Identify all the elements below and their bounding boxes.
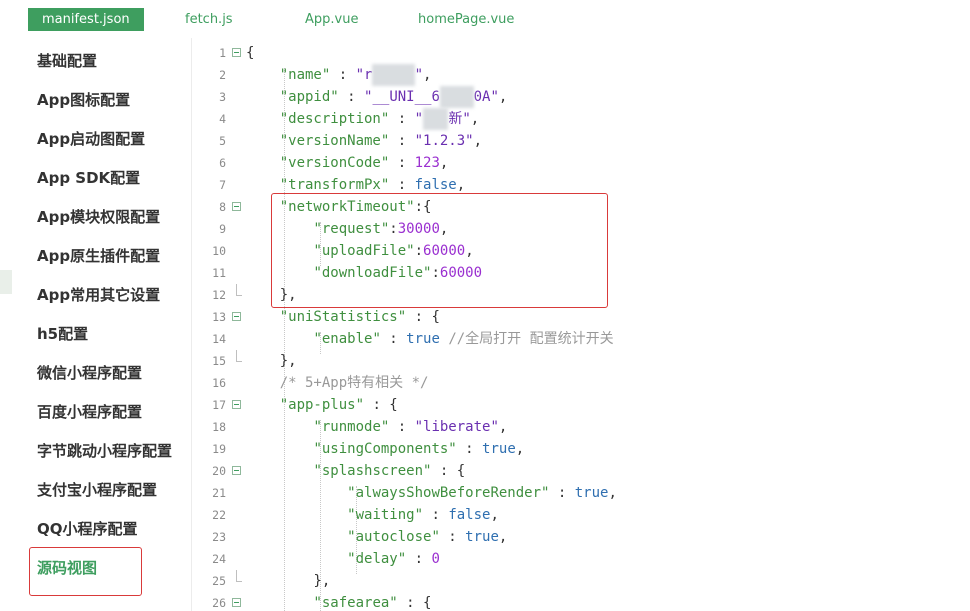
sidebar-item-app-icon[interactable]: App图标配置 — [37, 88, 130, 112]
code-line: 2 "name" : "rxxxxx", — [192, 64, 970, 86]
code-text: "versionCode" : 123, — [279, 155, 449, 171]
code-line: 21 "alwaysShowBeforeRender" : true, — [192, 482, 970, 504]
fold-toggle-icon[interactable] — [232, 202, 241, 211]
line-number: 26 — [212, 596, 226, 610]
line-number: 7 — [219, 178, 226, 192]
line-number: 18 — [212, 420, 226, 434]
sidebar-item-app-native-plugins[interactable]: App原生插件配置 — [37, 244, 160, 268]
config-sidebar: 基础配置 App图标配置 App启动图配置 App SDK配置 App模块权限配… — [24, 38, 192, 611]
code-line: 13 "uniStatistics" : { — [192, 306, 970, 328]
code-line: 24 "delay" : 0 — [192, 548, 970, 570]
editor-tab-bar: manifest.json fetch.js App.vue homePage.… — [0, 0, 970, 38]
sidebar-item-app-splash[interactable]: App启动图配置 — [37, 127, 145, 151]
code-text: }, — [279, 353, 297, 369]
network-timeout-annotation-box — [271, 193, 608, 308]
source-view-annotation-box — [29, 547, 142, 596]
line-number: 9 — [219, 222, 226, 236]
line-number: 10 — [212, 244, 226, 258]
line-number: 11 — [212, 266, 226, 280]
code-text: "appid" : "__UNI__6xxxx0A", — [246, 86, 507, 108]
line-number: 1 — [219, 46, 226, 60]
sidebar-item-app-modules[interactable]: App模块权限配置 — [37, 205, 160, 229]
code-text: "splashscreen" : { — [313, 463, 466, 479]
code-line: 4 "description" : "xxx新", — [192, 108, 970, 130]
code-line: 22 "waiting" : false, — [192, 504, 970, 526]
fold-toggle-icon[interactable] — [232, 598, 241, 607]
tab-fetch-js[interactable]: fetch.js — [185, 8, 233, 31]
code-text: "delay" : 0 — [347, 551, 440, 567]
code-text: "alwaysShowBeforeRender" : true, — [347, 485, 617, 501]
sidebar-item-app-other[interactable]: App常用其它设置 — [37, 283, 160, 307]
code-text: "autoclose" : true, — [347, 529, 508, 545]
code-line: 25 }, — [192, 570, 970, 592]
code-line: 26 "safearea" : { — [192, 592, 970, 611]
line-number: 2 — [219, 68, 226, 82]
tab-manifest-json[interactable]: manifest.json — [28, 8, 144, 31]
line-number: 25 — [212, 574, 226, 588]
code-text: "app-plus" : { — [279, 397, 398, 413]
line-number: 8 — [219, 200, 226, 214]
code-line: 19 "usingComponents" : true, — [192, 438, 970, 460]
code-text: /* 5+App特有相关 */ — [279, 375, 429, 391]
line-number: 13 — [212, 310, 226, 324]
code-line: 6 "versionCode" : 123, — [192, 152, 970, 174]
fold-end-marker — [236, 284, 242, 296]
line-number: 12 — [212, 288, 226, 302]
tab-app-vue[interactable]: App.vue — [305, 8, 358, 31]
tab-homepage-vue[interactable]: homePage.vue — [418, 8, 514, 31]
line-number: 19 — [212, 442, 226, 456]
code-text: "versionName" : "1.2.3", — [279, 133, 483, 149]
fold-toggle-icon[interactable] — [232, 312, 241, 321]
code-text: "waiting" : false, — [347, 507, 499, 523]
code-line: 16 /* 5+App特有相关 */ — [192, 372, 970, 394]
code-text: { — [246, 45, 255, 61]
line-number: 6 — [219, 156, 226, 170]
sidebar-item-h5[interactable]: h5配置 — [37, 322, 88, 346]
code-text: "safearea" : { — [313, 595, 432, 611]
code-text: "description" : "xxx新", — [246, 108, 479, 130]
code-line: 5 "versionName" : "1.2.3", — [192, 130, 970, 152]
line-number: 3 — [219, 90, 226, 104]
sidebar-item-baidu[interactable]: 百度小程序配置 — [37, 400, 142, 424]
sidebar-item-weixin[interactable]: 微信小程序配置 — [37, 361, 142, 385]
fold-end-marker — [236, 570, 242, 582]
fold-toggle-icon[interactable] — [232, 400, 241, 409]
code-text: }, — [313, 573, 331, 589]
line-number: 22 — [212, 508, 226, 522]
sidebar-item-app-sdk[interactable]: App SDK配置 — [37, 166, 140, 190]
code-line: 18 "runmode" : "liberate", — [192, 416, 970, 438]
line-number: 23 — [212, 530, 226, 544]
code-line: 3 "appid" : "__UNI__6xxxx0A", — [192, 86, 970, 108]
code-text: "name" : "rxxxxx", — [246, 64, 431, 86]
code-line: 1 { — [192, 42, 970, 64]
line-number: 14 — [212, 332, 226, 346]
left-panel-edge — [0, 270, 12, 294]
code-text: "uniStatistics" : { — [279, 309, 440, 325]
code-line: 14 "enable" : true //全局打开 配置统计开关 — [192, 328, 970, 350]
line-number: 16 — [212, 376, 226, 390]
code-editor[interactable]: 1 { 2 "name" : "rxxxxx", 3 "appid" : "__… — [192, 38, 970, 611]
line-number: 24 — [212, 552, 226, 566]
code-line: 23 "autoclose" : true, — [192, 526, 970, 548]
fold-toggle-icon[interactable] — [232, 48, 241, 57]
fold-toggle-icon[interactable] — [232, 466, 241, 475]
line-number: 21 — [212, 486, 226, 500]
sidebar-item-basic[interactable]: 基础配置 — [37, 49, 97, 73]
fold-end-marker — [236, 350, 242, 362]
code-text: "enable" : true //全局打开 配置统计开关 — [313, 331, 614, 347]
code-text: "usingComponents" : true, — [313, 441, 525, 457]
code-line: 20 "splashscreen" : { — [192, 460, 970, 482]
code-line: 17 "app-plus" : { — [192, 394, 970, 416]
line-number: 5 — [219, 134, 226, 148]
sidebar-item-alipay[interactable]: 支付宝小程序配置 — [37, 478, 157, 502]
line-number: 15 — [212, 354, 226, 368]
line-number: 17 — [212, 398, 226, 412]
sidebar-item-qq[interactable]: QQ小程序配置 — [37, 517, 138, 541]
line-number: 4 — [219, 112, 226, 126]
sidebar-item-toutiao[interactable]: 字节跳动小程序配置 — [37, 439, 172, 463]
line-number: 20 — [212, 464, 226, 478]
code-line: 15 }, — [192, 350, 970, 372]
code-text: "runmode" : "liberate", — [313, 419, 508, 435]
